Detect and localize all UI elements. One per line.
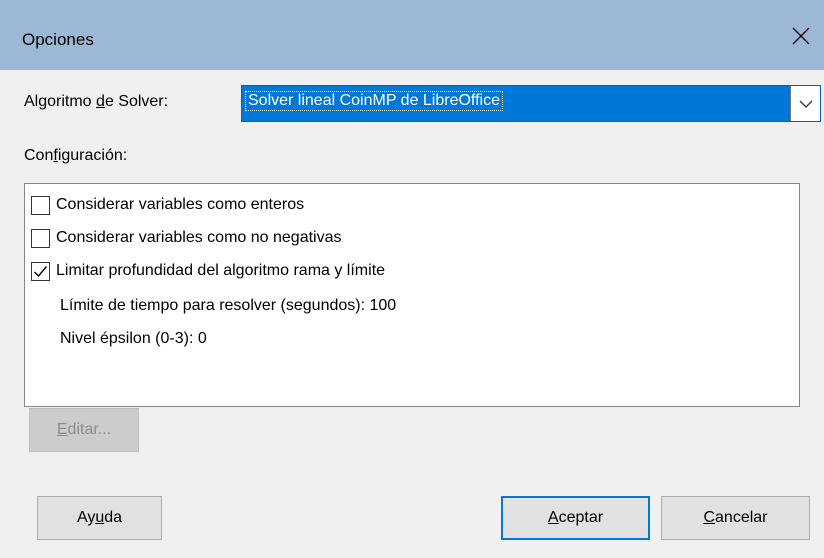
checkbox-checked[interactable] [31, 261, 50, 281]
algorithm-select[interactable]: Solver lineal CoinMP de LibreOffice [241, 85, 821, 122]
help-button[interactable]: Ayuda [37, 496, 162, 540]
algorithm-select-value: Solver lineal CoinMP de LibreOffice [245, 91, 503, 111]
configuration-label: Configuración: [24, 147, 128, 164]
dropdown-button[interactable] [790, 86, 820, 121]
option-label: Considerar variables como enteros [56, 196, 305, 213]
option-limit-branch-depth[interactable]: Limitar profundidad del algoritmo rama y… [31, 259, 385, 283]
close-button[interactable] [778, 14, 824, 58]
algorithm-label: Algoritmo de Solver: [24, 93, 169, 110]
option-integer-variables[interactable]: Considerar variables como enteros [31, 193, 304, 217]
check-icon [34, 265, 48, 277]
close-icon [792, 27, 810, 45]
dialog-body: Algoritmo de Solver: Solver lineal CoinM… [0, 70, 824, 558]
settings-list[interactable]: Considerar variables como enteros Consid… [24, 183, 800, 407]
chevron-down-icon [799, 100, 812, 108]
ok-button[interactable]: Aceptar [501, 496, 650, 540]
window-title: Opciones [22, 30, 94, 49]
cancel-button[interactable]: Cancelar [661, 496, 810, 540]
checkbox[interactable] [31, 195, 50, 215]
option-label: Considerar variables como no negativas [56, 229, 342, 246]
option-non-negative-variables[interactable]: Considerar variables como no negativas [31, 226, 341, 250]
title-bar: Opciones [0, 0, 824, 70]
setting-epsilon-level[interactable]: Nivel épsilon (0-3): 0 [60, 330, 207, 348]
checkbox[interactable] [31, 228, 50, 248]
setting-time-limit[interactable]: Límite de tiempo para resolver (segundos… [60, 297, 396, 315]
edit-button[interactable]: Editar... [29, 408, 139, 452]
option-label: Limitar profundidad del algoritmo rama y… [56, 262, 386, 279]
